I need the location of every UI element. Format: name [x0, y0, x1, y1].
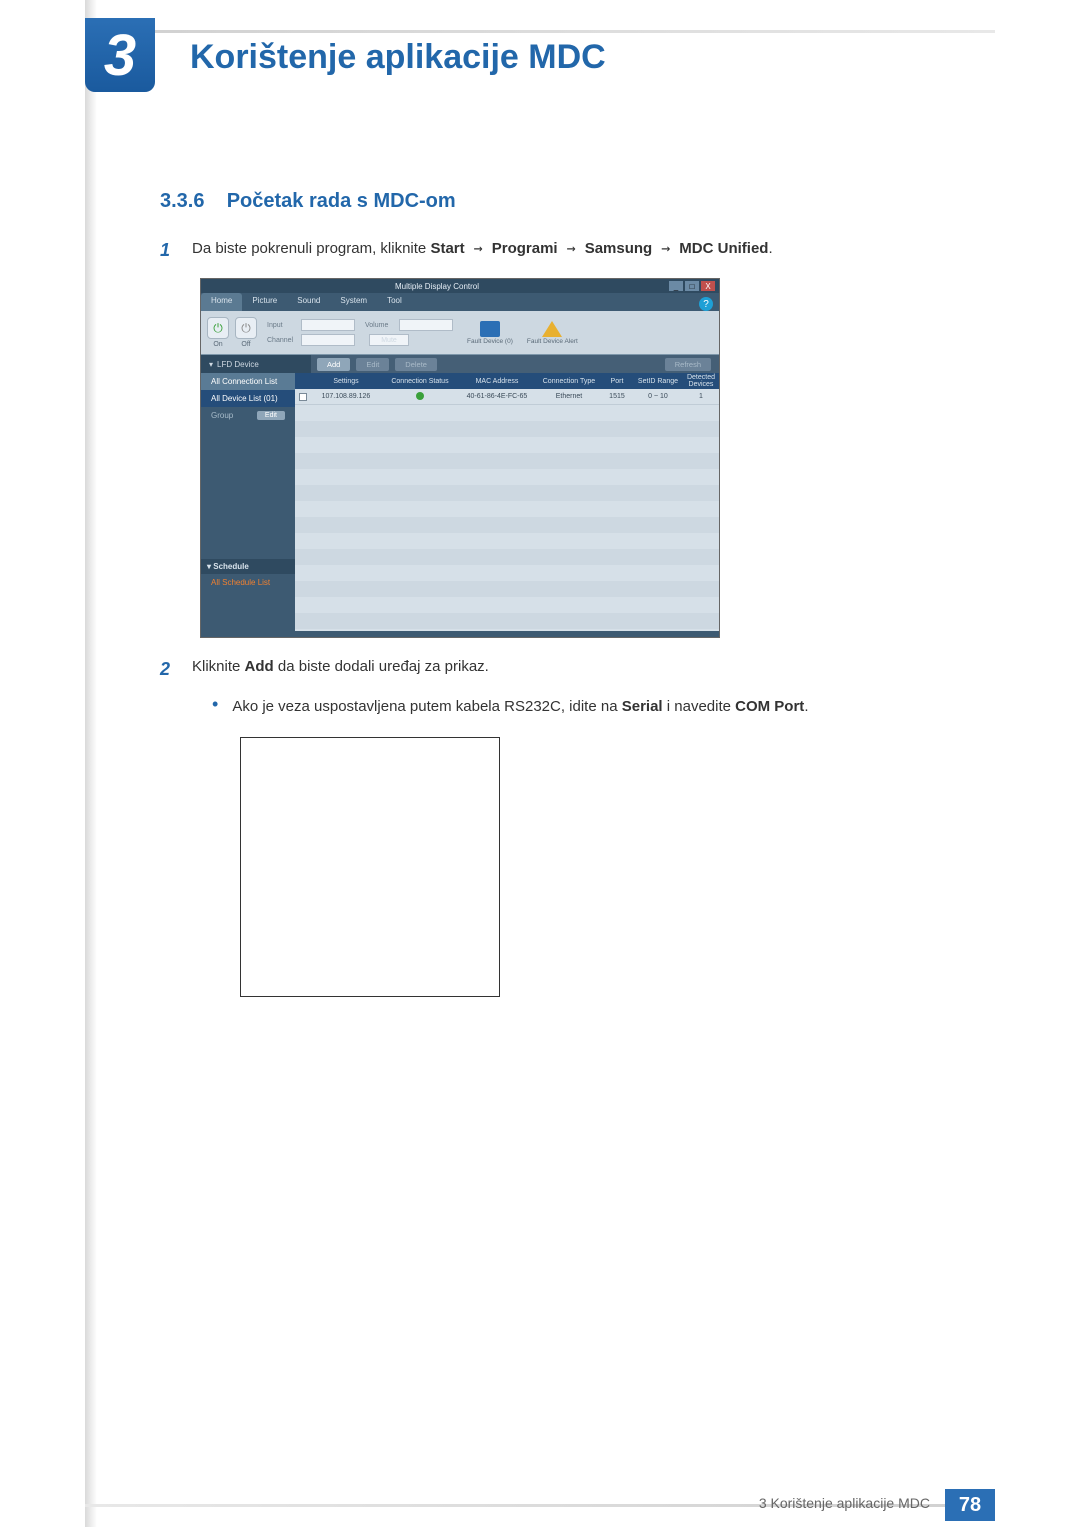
tab-tool[interactable]: Tool [377, 293, 412, 311]
window-titlebar: Multiple Display Control _ □ X [201, 279, 719, 293]
bullet-icon: • [212, 695, 218, 719]
help-icon[interactable]: ? [699, 297, 713, 311]
list-item: • Ako je veza uspostavljena putem kabela… [212, 695, 960, 719]
monitor-icon [480, 321, 500, 337]
window-controls: _ □ X [669, 281, 715, 291]
fault-device-alert[interactable]: Fault Device Alert [527, 321, 578, 345]
chapter-title: Korištenje aplikacije MDC [190, 38, 606, 77]
delete-button[interactable]: Delete [395, 358, 437, 371]
cell-connection [383, 392, 457, 402]
maximize-button[interactable]: □ [685, 281, 699, 291]
section-title: Početak rada s MDC-om [227, 190, 456, 212]
image-placeholder [240, 737, 500, 997]
step-text: Kliknite Add da biste dodali uređaj za p… [192, 656, 489, 683]
add-button[interactable]: Add [317, 358, 350, 371]
section-heading: 3.3.6 Početak rada s MDC-om [160, 190, 960, 213]
alert-icon [542, 321, 562, 337]
main-panel: Settings Connection Status MAC Address C… [295, 373, 719, 631]
main-tabs: Home Picture Sound System Tool [201, 293, 719, 311]
power-on-button[interactable]: ⏻ On [207, 317, 229, 348]
power-off-icon: ⏻ [235, 317, 257, 339]
app-body: All Connection List All Device List (01)… [201, 373, 719, 631]
group-edit-button[interactable]: Edit [257, 411, 285, 420]
volume-input[interactable] [399, 319, 453, 331]
page-number: 78 [945, 1489, 995, 1521]
channel-select[interactable] [301, 334, 355, 346]
cell-port: 1515 [601, 393, 633, 400]
chapter-number: 3 [104, 22, 136, 89]
power-on-icon: ⏻ [207, 317, 229, 339]
volume-mute-group: Volume Mute [365, 319, 453, 346]
fault-device-count[interactable]: Fault Device (0) [467, 321, 513, 345]
bullet-list: • Ako je veza uspostavljena putem kabela… [212, 695, 960, 719]
sidebar-all-schedule[interactable]: All Schedule List [201, 574, 295, 591]
step-text: Da biste pokrenuli program, kliknite Sta… [192, 237, 773, 264]
action-bar: ▾ LFD Device Add Edit Delete Refresh [201, 355, 719, 373]
sidebar-all-connection[interactable]: All Connection List [201, 373, 295, 390]
input-channel-group: Input Channel [267, 319, 355, 346]
cell-detected: 1 [683, 393, 719, 400]
mdc-screenshot: Multiple Display Control _ □ X ? Home Pi… [200, 278, 720, 638]
status-dot-icon [416, 392, 424, 400]
power-off-button[interactable]: ⏻ Off [235, 317, 257, 348]
page-gutter-shadow [85, 0, 97, 1527]
header-rule [85, 30, 995, 33]
sidebar-schedule-header[interactable]: ▾ Schedule [201, 559, 295, 574]
tab-home[interactable]: Home [201, 293, 242, 311]
page-content: 3.3.6 Početak rada s MDC-om 1 Da biste p… [160, 190, 960, 997]
refresh-button[interactable]: Refresh [665, 358, 711, 371]
input-select[interactable] [301, 319, 355, 331]
row-checkbox[interactable] [299, 393, 307, 401]
step-2: 2 Kliknite Add da biste dodali uređaj za… [160, 656, 960, 683]
cell-range: 0 ~ 10 [633, 393, 683, 400]
minimize-button[interactable]: _ [669, 281, 683, 291]
window-title: Multiple Display Control [395, 282, 479, 291]
cell-mac: 40-61-86-4E-FC-65 [457, 393, 537, 400]
step-number: 1 [160, 237, 178, 264]
chapter-badge: 3 [85, 18, 155, 92]
table-row[interactable]: 107.108.89.126 40-61-86-4E-FC-65 Etherne… [295, 389, 719, 405]
section-number: 3.3.6 [160, 190, 204, 212]
sidebar-all-device[interactable]: All Device List (01) [201, 390, 295, 407]
tab-picture[interactable]: Picture [242, 293, 287, 311]
tab-system[interactable]: System [330, 293, 377, 311]
footer-label: 3 Korištenje aplikacije MDC [759, 1495, 930, 1511]
toolbar: ⏻ On ⏻ Off Input Channel Volume Mute Fau… [201, 311, 719, 355]
table-header: Settings Connection Status MAC Address C… [295, 373, 719, 389]
edit-button[interactable]: Edit [356, 358, 389, 371]
mute-button[interactable]: Mute [369, 334, 409, 346]
tab-sound[interactable]: Sound [287, 293, 330, 311]
close-button[interactable]: X [701, 281, 715, 291]
statusbar [201, 631, 719, 637]
bullet-text: Ako je veza uspostavljena putem kabela R… [232, 695, 808, 719]
step-1: 1 Da biste pokrenuli program, kliknite S… [160, 237, 960, 264]
cell-settings: 107.108.89.126 [309, 393, 383, 400]
cell-type: Ethernet [537, 393, 601, 400]
sidebar: All Connection List All Device List (01)… [201, 373, 295, 631]
step-number: 2 [160, 656, 178, 683]
empty-rows [295, 405, 719, 631]
sidebar-group-row: Group Edit [201, 407, 295, 424]
